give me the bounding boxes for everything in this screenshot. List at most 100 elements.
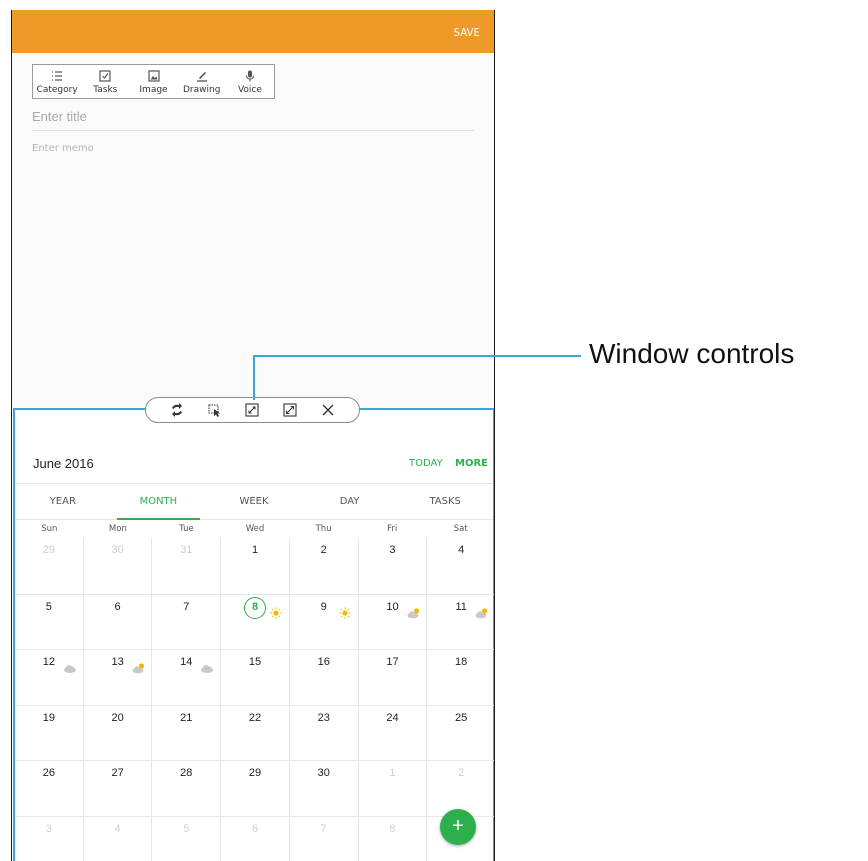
day-number: 22 (248, 711, 262, 724)
weekday-label: Sun (41, 524, 58, 534)
drag-and-drop-button[interactable] (206, 401, 224, 419)
tab-week[interactable]: WEEK (206, 484, 302, 519)
save-button[interactable]: SAVE (454, 26, 480, 39)
day-cell[interactable]: 8 (357, 816, 427, 861)
day-cell[interactable]: 4 (82, 816, 152, 861)
day-number: 30 (317, 767, 330, 779)
day-number: 15 (248, 656, 262, 668)
calendar-window: June 2016 TODAY MORE YEAR MONTH WEEK DAY… (13, 408, 494, 861)
day-cell[interactable]: 14 (151, 650, 220, 705)
month-grid: Sun Mon Tue Wed Thu Fri Sat 29 30 31 1 2 3 4 5 6… (15, 520, 494, 861)
day-cell[interactable]: 4 (426, 538, 494, 594)
tasks-button[interactable]: Tasks (81, 65, 129, 98)
day-cell[interactable]: 2 (288, 538, 358, 594)
weekday-label: Thu (315, 524, 332, 534)
sun-icon (270, 607, 282, 618)
day-number: 5 (183, 822, 190, 835)
more-button[interactable]: MORE (455, 458, 488, 469)
day-cell[interactable]: 1 (357, 761, 427, 816)
memo-input[interactable]: Enter memo (32, 143, 474, 154)
day-number: 4 (458, 544, 465, 556)
day-cell[interactable]: 25 (426, 705, 494, 760)
week-row: 3456789 (15, 815, 494, 861)
list-icon (52, 70, 63, 81)
day-cell[interactable]: 29 (15, 538, 83, 594)
switch-windows-icon (171, 403, 182, 417)
microphone-icon (245, 70, 254, 81)
day-cell[interactable]: 7 (151, 594, 220, 649)
tab-year[interactable]: YEAR (15, 484, 111, 519)
day-cell[interactable]: 30 (288, 761, 358, 816)
day-cell[interactable]: 15 (220, 650, 289, 705)
day-cell[interactable]: 23 (288, 705, 358, 760)
day-cell[interactable]: 21 (151, 705, 220, 760)
day-cell[interactable]: 5 (151, 816, 220, 861)
callout-label: Window controls (589, 338, 795, 369)
close-icon (322, 404, 334, 416)
day-cell[interactable]: 18 (426, 650, 494, 705)
day-number: 21 (180, 711, 193, 724)
cloud-icon (64, 665, 76, 673)
checkbox-icon (99, 69, 111, 82)
day-cell[interactable]: 12 (15, 650, 83, 705)
cloud-icon (201, 665, 214, 673)
day-cell[interactable]: 17 (357, 650, 427, 705)
day-cell[interactable]: 10 (357, 594, 427, 649)
partly-cloudy-icon (475, 607, 488, 618)
callout-line (253, 355, 581, 357)
day-number: 20 (111, 711, 124, 724)
day-cell[interactable]: 29 (220, 761, 289, 816)
tab-day[interactable]: DAY (302, 484, 398, 519)
title-input[interactable]: Enter title (32, 109, 474, 131)
weeks: 29 30 31 1 2 3 4 5 6 7 8 9 10 11 12 13 14 15 16 17 18 19 20 21 2… (15, 538, 494, 861)
switch-windows-button[interactable] (168, 401, 186, 419)
day-cell[interactable]: 3 (357, 538, 427, 594)
today-button[interactable]: TODAY (409, 458, 443, 469)
day-cell[interactable]: 13 (82, 650, 152, 705)
day-cell[interactable]: 1 (220, 538, 289, 594)
voice-button[interactable]: Voice (226, 65, 274, 98)
day-cell[interactable]: 20 (82, 705, 152, 760)
add-event-button[interactable]: + (440, 809, 476, 845)
week-row: 19 20 21 22 23 24 25 (15, 704, 494, 761)
tab-month[interactable]: MONTH (111, 484, 207, 520)
day-cell[interactable]: 28 (151, 761, 220, 816)
day-cell[interactable]: 31 (151, 538, 220, 594)
day-cell[interactable]: 26 (15, 761, 83, 816)
day-cell[interactable]: 2 (426, 761, 494, 816)
day-cell[interactable]: 9 (288, 594, 358, 649)
image-button[interactable]: Image (129, 65, 177, 98)
day-number: 3 (45, 822, 52, 835)
day-cell[interactable]: 24 (357, 705, 427, 760)
day-cell[interactable]: 7 (288, 816, 358, 861)
day-cell[interactable]: 16 (288, 650, 358, 705)
day-cell[interactable]: 30 (82, 538, 152, 594)
weekday-label: Wed (245, 524, 265, 534)
day-number: 1 (251, 544, 259, 556)
day-number: 3 (389, 544, 396, 556)
day-cell[interactable]: 11 (426, 594, 494, 649)
category-button[interactable]: Category (33, 65, 81, 98)
day-cell[interactable]: 6 (82, 594, 152, 649)
day-cell[interactable]: 5 (15, 595, 83, 650)
day-cell[interactable]: 3 (15, 817, 83, 861)
day-number: 2 (320, 544, 327, 556)
day-cell[interactable]: 6 (220, 816, 289, 861)
day-cell[interactable]: 19 (15, 706, 83, 761)
day-cell[interactable]: 22 (220, 705, 289, 760)
day-number: 6 (114, 600, 121, 613)
day-cell[interactable]: 27 (82, 761, 152, 816)
minimize-icon (245, 403, 260, 417)
minimize-button[interactable] (243, 401, 261, 419)
maximize-icon (283, 403, 297, 417)
tab-tasks[interactable]: TASKS (397, 484, 493, 519)
week-row: 12 13 14 15 16 17 18 (15, 649, 494, 705)
memo-toolbar: Category Tasks Image Drawing Voice (32, 64, 275, 99)
drawing-button[interactable]: Drawing (178, 65, 226, 98)
close-button[interactable] (319, 401, 337, 419)
day-cell-today[interactable]: 8 (220, 594, 289, 649)
voice-label: Voice (237, 84, 262, 95)
maximize-button[interactable] (281, 401, 299, 419)
calendar-header: June 2016 TODAY MORE (15, 452, 493, 482)
day-number: 17 (386, 656, 399, 668)
